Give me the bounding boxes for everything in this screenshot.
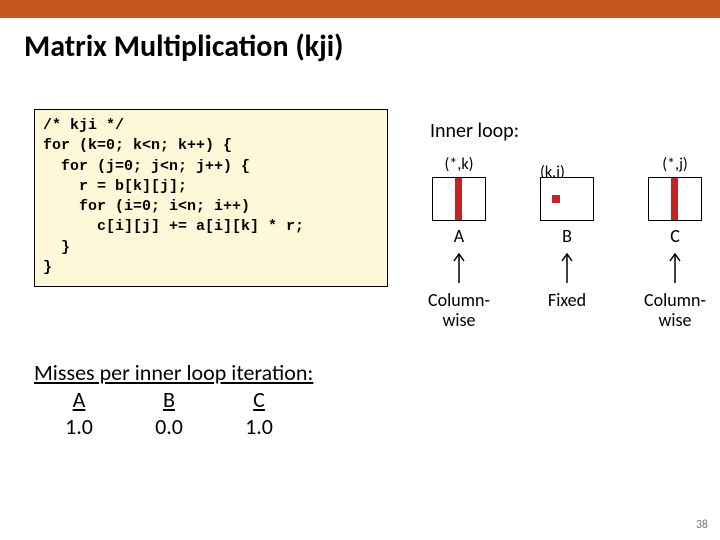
column-stripe-icon [455,178,462,220]
misses-val-A: 1.0 [34,413,124,440]
matrix-A-pattern: Column- wise [424,291,494,331]
matrix-A-box [432,177,486,221]
matrix-C-pattern: Column- wise [640,291,710,331]
matrix-C-name: C [670,225,680,247]
column-stripe-icon [671,178,678,220]
misses-val-B: 0.0 [124,413,214,440]
misses-col-A: A [34,386,124,413]
up-arrow-icon [668,251,682,285]
matrix-diagram-row: (*,k) A Column- wise B Fixed ( [424,155,710,331]
matrix-A-coord: (*,k) [445,155,474,175]
top-accent-bar [0,0,720,18]
matrix-C-coord: (*,j) [662,155,688,175]
misses-heading: Misses per inner loop iteration: [34,359,313,386]
matrix-B-name: B [562,225,572,247]
misses-value-row: 1.0 0.0 1.0 [34,413,313,440]
matrix-B-coord-spacer [565,155,569,175]
matrix-A: (*,k) A Column- wise [424,155,494,331]
matrix-C-box [648,177,702,221]
matrix-C: (*,j) C Column- wise [640,155,710,331]
misses-header-row: A B C [34,386,313,413]
matrix-B-box [540,177,594,221]
matrix-B-pattern: Fixed [548,291,586,311]
misses-val-C: 1.0 [214,413,304,440]
matrix-A-name: A [454,225,464,247]
inner-loop-label: Inner loop: [430,119,519,143]
misses-col-B: B [124,386,214,413]
code-block: /* kji */ for (k=0; k<n; k++) { for (j=0… [34,109,388,287]
up-arrow-icon [452,251,466,285]
misses-section: Misses per inner loop iteration: A B C 1… [34,359,313,440]
page-number: 38 [696,518,708,532]
up-arrow-icon [560,251,574,285]
dot-icon [552,195,560,203]
slide-title: Matrix Multiplication (kji) [24,28,720,65]
matrix-B: B Fixed [532,155,602,331]
misses-col-C: C [214,386,304,413]
